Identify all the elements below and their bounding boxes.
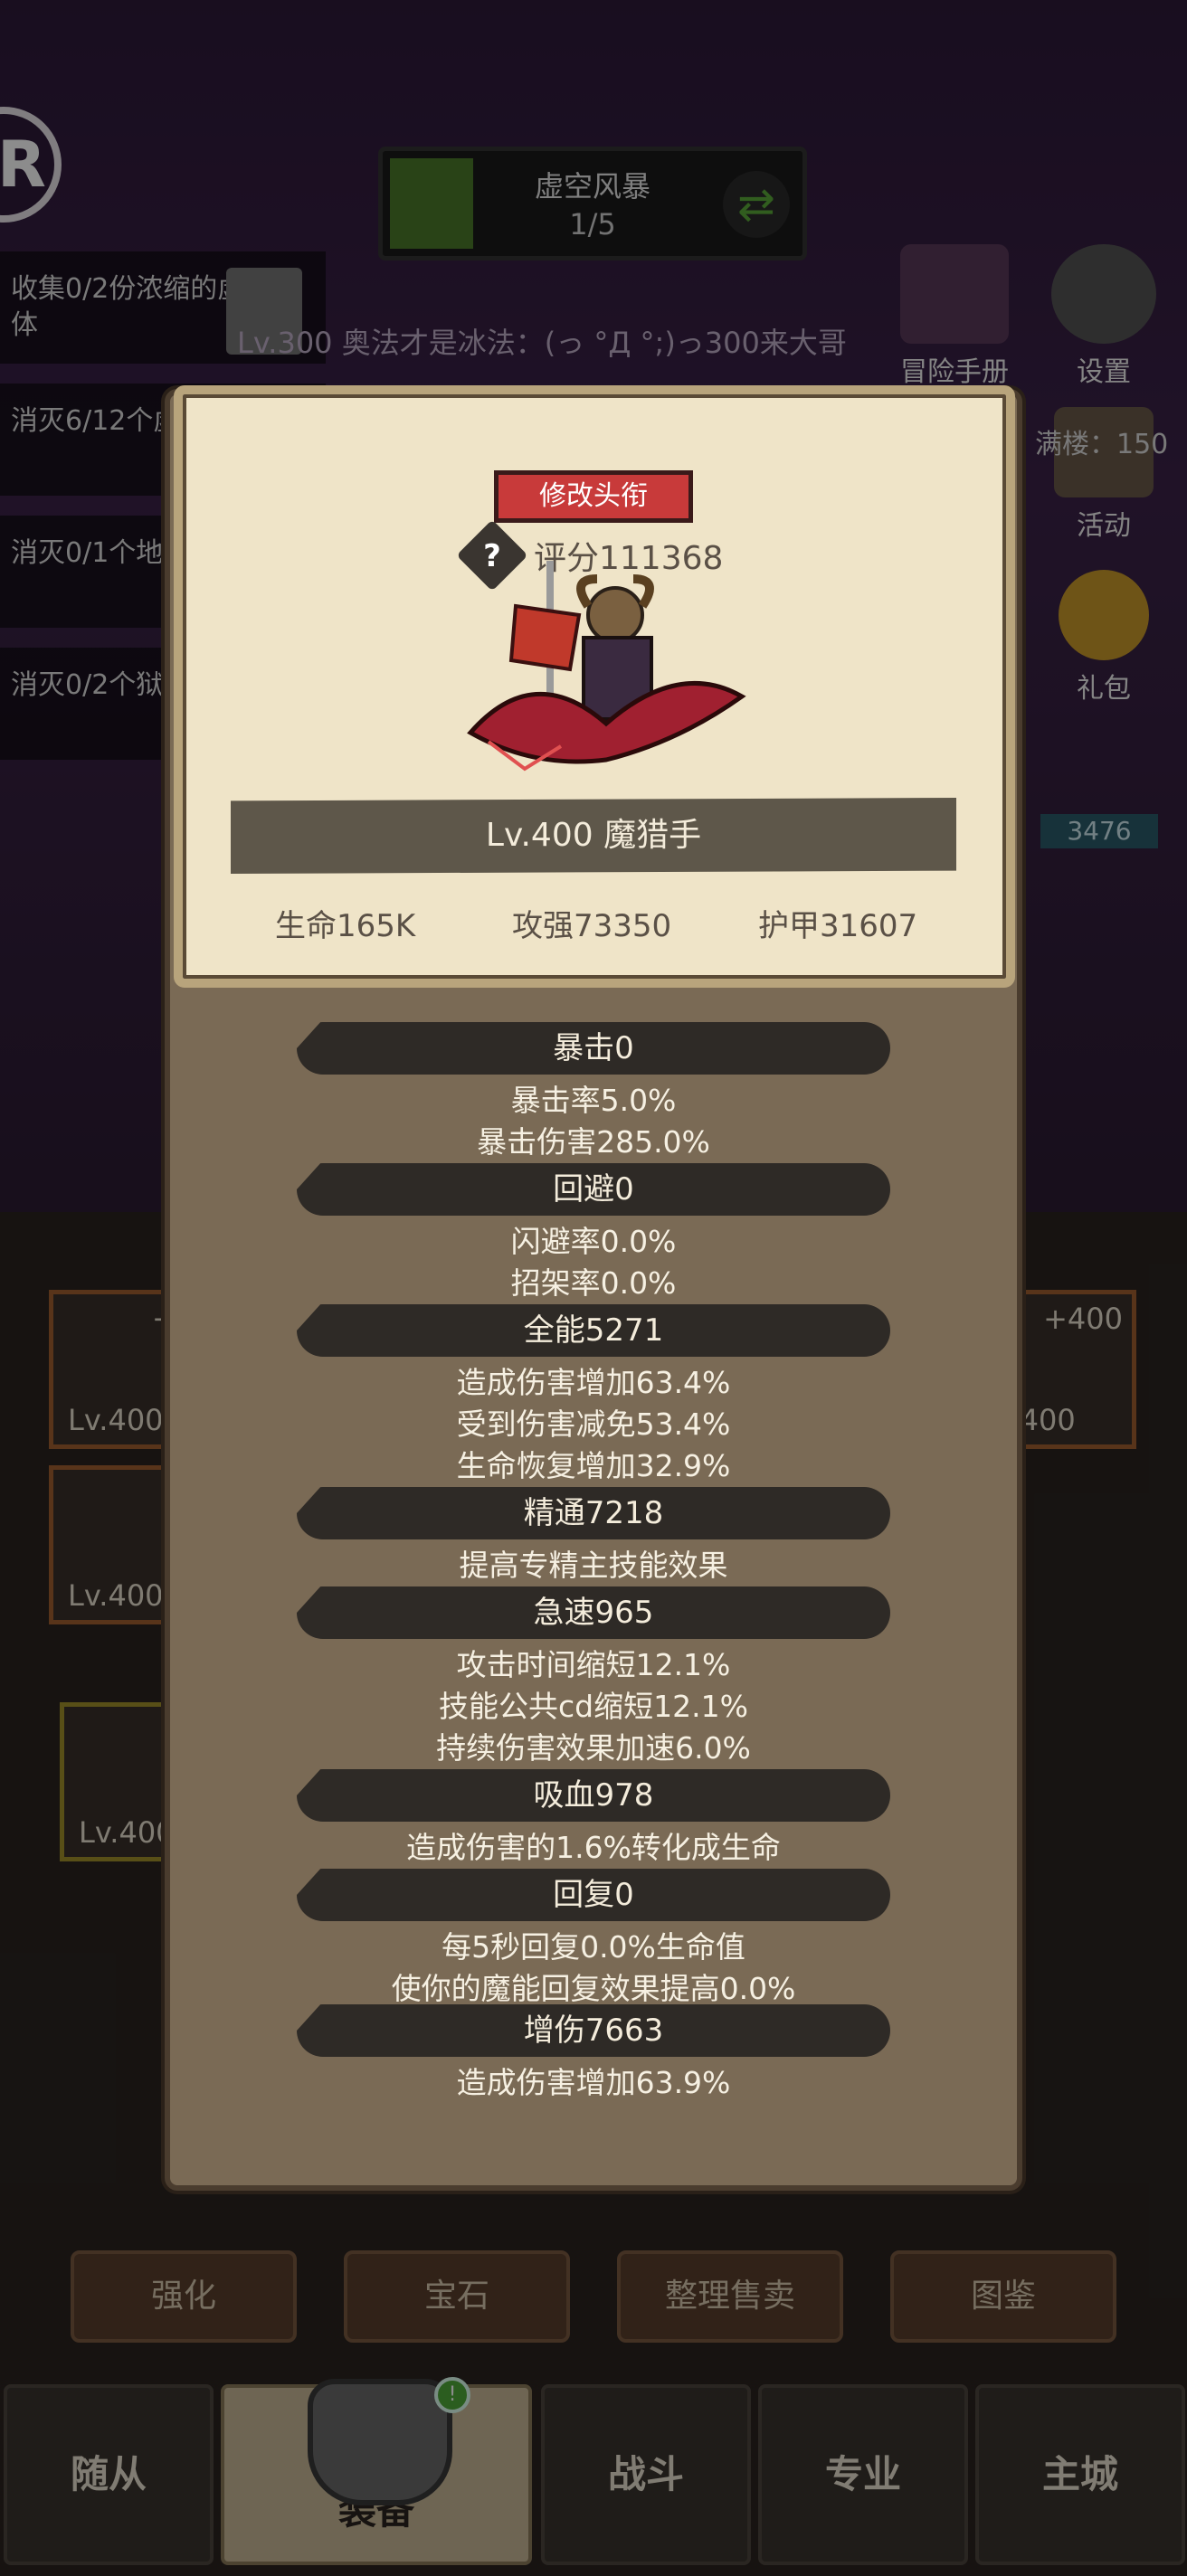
armor-stat: 护甲31607 [758, 908, 918, 944]
stat-line: 持续伤害效果加速6.0% [436, 1730, 751, 1766]
stat-line: 闪避率0.0% [510, 1224, 677, 1259]
stat-line: 每5秒回复0.0%生命值 [442, 1929, 745, 1965]
section-header-leech: 吸血978 [297, 1769, 890, 1822]
hero-name-banner: Lv.400 魔猎手 [231, 798, 956, 874]
attack-stat: 攻强73350 [512, 908, 672, 944]
stat-line: 暴击率5.0% [510, 1083, 677, 1118]
stat-line: 受到伤害减免53.4% [456, 1406, 731, 1442]
stat-line: 造成伤害增加63.4% [456, 1365, 731, 1400]
stat-line: 招架率0.0% [510, 1265, 677, 1301]
stat-line: 使你的魔能回复效果提高0.0% [391, 1971, 796, 2006]
section-header-damage-bonus: 增伤7663 [297, 2004, 890, 2057]
stat-line: 技能公共cd缩短12.1% [439, 1689, 748, 1724]
stat-line: 暴击伤害285.0% [477, 1124, 710, 1160]
stat-line: 造成伤害增加63.9% [456, 2065, 731, 2100]
stat-line: 生命恢复增加32.9% [456, 1448, 731, 1483]
hp-stat: 生命165K [275, 908, 416, 944]
change-title-button[interactable]: 修改头衔 [494, 470, 693, 523]
stat-line: 攻击时间缩短12.1% [456, 1647, 731, 1682]
section-header-mastery: 精通7218 [297, 1487, 890, 1539]
section-header-recovery: 回复0 [297, 1869, 890, 1921]
section-header-haste: 急速965 [297, 1586, 890, 1639]
stat-line: 提高专精主技能效果 [459, 1548, 728, 1583]
stat-line: 造成伤害的1.6%转化成生命 [406, 1830, 781, 1865]
section-header-crit: 暴击0 [297, 1022, 890, 1075]
section-header-versatility: 全能5271 [297, 1304, 890, 1357]
section-header-avoid: 回避0 [297, 1163, 890, 1216]
hero-portrait [467, 561, 746, 772]
